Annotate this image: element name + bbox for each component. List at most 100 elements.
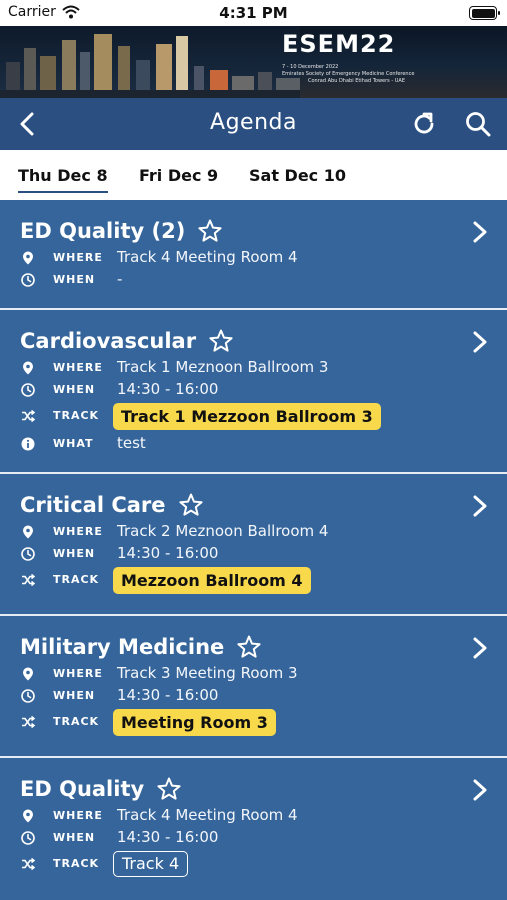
track-row: TRACK Meeting Room 3 bbox=[20, 709, 276, 736]
track-badge: Meeting Room 3 bbox=[113, 709, 276, 736]
when-value: 14:30 - 16:00 bbox=[117, 544, 219, 562]
track-row: TRACK Track 1 Mezzoon Ballroom 3 bbox=[20, 403, 381, 430]
chevron-right-icon[interactable] bbox=[471, 220, 489, 244]
clock-icon bbox=[21, 547, 35, 561]
clock-icon bbox=[21, 689, 35, 703]
what-value: test bbox=[117, 434, 146, 452]
status-time: 4:31 PM bbox=[219, 4, 288, 22]
favorite-star-icon[interactable] bbox=[178, 492, 204, 518]
where-label: WHERE bbox=[53, 361, 103, 374]
refresh-icon[interactable] bbox=[410, 110, 438, 138]
shuffle-icon bbox=[21, 409, 35, 423]
session-card[interactable]: Cardiovascular WHERE Track 1 Meznoon Bal… bbox=[0, 310, 507, 474]
session-name: ED Quality bbox=[20, 777, 145, 801]
banner-dates: 7 - 10 December 2022 bbox=[282, 64, 339, 70]
when-value: 14:30 - 16:00 bbox=[117, 380, 219, 398]
banner-venue: Conrad Abu Dhabi Etihad Towers - UAE bbox=[308, 78, 406, 84]
clock-icon bbox=[21, 273, 35, 287]
when-value: 14:30 - 16:00 bbox=[117, 686, 219, 704]
where-row: WHERE Track 2 Meznoon Ballroom 4 bbox=[20, 521, 328, 543]
track-row: TRACK Track 4 bbox=[20, 851, 189, 877]
where-label: WHERE bbox=[53, 251, 103, 264]
where-row: WHERE Track 3 Meeting Room 3 bbox=[20, 663, 298, 685]
where-value: Track 1 Meznoon Ballroom 3 bbox=[117, 358, 329, 376]
chevron-right-icon[interactable] bbox=[471, 330, 489, 354]
where-value: Track 3 Meeting Room 3 bbox=[117, 664, 298, 682]
tab-fri-dec-9[interactable]: Fri Dec 9 bbox=[139, 166, 218, 185]
when-label: WHEN bbox=[53, 383, 96, 396]
where-label: WHERE bbox=[53, 525, 103, 538]
shuffle-icon bbox=[21, 857, 35, 871]
track-row: TRACK Mezzoon Ballroom 4 bbox=[20, 567, 311, 594]
clock-icon bbox=[21, 383, 35, 397]
track-badge: Track 1 Mezzoon Ballroom 3 bbox=[113, 403, 381, 430]
track-label: TRACK bbox=[53, 573, 100, 586]
where-label: WHERE bbox=[53, 667, 103, 680]
favorite-star-icon[interactable] bbox=[208, 328, 234, 354]
shuffle-icon bbox=[21, 715, 35, 729]
favorite-star-icon[interactable] bbox=[197, 218, 223, 244]
location-pin-icon bbox=[23, 251, 33, 265]
session-card[interactable]: ED Quality WHERE Track 4 Meeting Room 4 … bbox=[0, 758, 507, 900]
conference-banner: ESEM22 7 - 10 December 2022 Emirates Soc… bbox=[0, 26, 507, 98]
track-label: TRACK bbox=[53, 409, 100, 422]
session-list: ED Quality (2) WHERE Track 4 Meeting Roo… bbox=[0, 200, 507, 900]
location-pin-icon bbox=[23, 809, 33, 823]
session-title: Cardiovascular bbox=[20, 328, 234, 354]
when-row: WHEN 14:30 - 16:00 bbox=[20, 827, 218, 849]
session-title: Critical Care bbox=[20, 492, 204, 518]
track-badge: Track 4 bbox=[113, 851, 189, 877]
when-value: - bbox=[117, 270, 123, 288]
chevron-right-icon[interactable] bbox=[471, 494, 489, 518]
conference-logo: ESEM22 7 - 10 December 2022 Emirates Soc… bbox=[282, 30, 427, 94]
location-pin-icon bbox=[23, 525, 33, 539]
where-value: Track 4 Meeting Room 4 bbox=[117, 248, 298, 266]
favorite-star-icon[interactable] bbox=[236, 634, 262, 660]
when-label: WHEN bbox=[53, 273, 96, 286]
when-value: 14:30 - 16:00 bbox=[117, 828, 219, 846]
chevron-right-icon[interactable] bbox=[471, 778, 489, 802]
search-icon[interactable] bbox=[464, 110, 492, 138]
session-name: Cardiovascular bbox=[20, 329, 197, 353]
favorite-star-icon[interactable] bbox=[156, 776, 182, 802]
what-label: WHAT bbox=[53, 437, 94, 450]
where-row: WHERE Track 4 Meeting Room 4 bbox=[20, 805, 298, 827]
where-label: WHERE bbox=[53, 809, 103, 822]
what-row: WHAT test bbox=[20, 433, 146, 455]
track-badge: Mezzoon Ballroom 4 bbox=[113, 567, 311, 594]
shuffle-icon bbox=[21, 573, 35, 587]
when-row: WHEN 14:30 - 16:00 bbox=[20, 685, 218, 707]
status-bar: Carrier 4:31 PM bbox=[0, 0, 507, 26]
chevron-right-icon[interactable] bbox=[471, 636, 489, 660]
banner-subtitle: Emirates Society of Emergency Medicine C… bbox=[282, 71, 415, 77]
location-pin-icon bbox=[23, 361, 33, 375]
day-tabs: Thu Dec 8 Fri Dec 9 Sat Dec 10 bbox=[0, 150, 507, 200]
tab-sat-dec-10[interactable]: Sat Dec 10 bbox=[249, 166, 346, 185]
session-card[interactable]: Critical Care WHERE Track 2 Meznoon Ball… bbox=[0, 474, 507, 616]
logo-wordmark: ESEM22 bbox=[282, 30, 396, 58]
when-label: WHEN bbox=[53, 689, 96, 702]
track-label: TRACK bbox=[53, 857, 100, 870]
info-icon bbox=[21, 437, 35, 451]
session-card[interactable]: ED Quality (2) WHERE Track 4 Meeting Roo… bbox=[0, 200, 507, 310]
where-row: WHERE Track 1 Meznoon Ballroom 3 bbox=[20, 357, 328, 379]
where-row: WHERE Track 4 Meeting Room 4 bbox=[20, 247, 298, 269]
session-title: ED Quality bbox=[20, 776, 182, 802]
session-card[interactable]: Military Medicine WHERE Track 3 Meeting … bbox=[0, 616, 507, 758]
session-name: ED Quality (2) bbox=[20, 219, 186, 243]
city-skyline-image bbox=[0, 26, 300, 98]
tab-thu-dec-8[interactable]: Thu Dec 8 bbox=[18, 166, 108, 193]
when-label: WHEN bbox=[53, 547, 96, 560]
session-title: ED Quality (2) bbox=[20, 218, 223, 244]
clock-icon bbox=[21, 831, 35, 845]
location-pin-icon bbox=[23, 667, 33, 681]
where-value: Track 4 Meeting Room 4 bbox=[117, 806, 298, 824]
nav-bar: Agenda bbox=[0, 98, 507, 150]
session-name: Critical Care bbox=[20, 493, 166, 517]
where-value: Track 2 Meznoon Ballroom 4 bbox=[117, 522, 329, 540]
when-row: WHEN 14:30 - 16:00 bbox=[20, 543, 218, 565]
battery-icon bbox=[469, 6, 500, 20]
when-row: WHEN 14:30 - 16:00 bbox=[20, 379, 218, 401]
when-row: WHEN - bbox=[20, 269, 122, 291]
track-label: TRACK bbox=[53, 715, 100, 728]
